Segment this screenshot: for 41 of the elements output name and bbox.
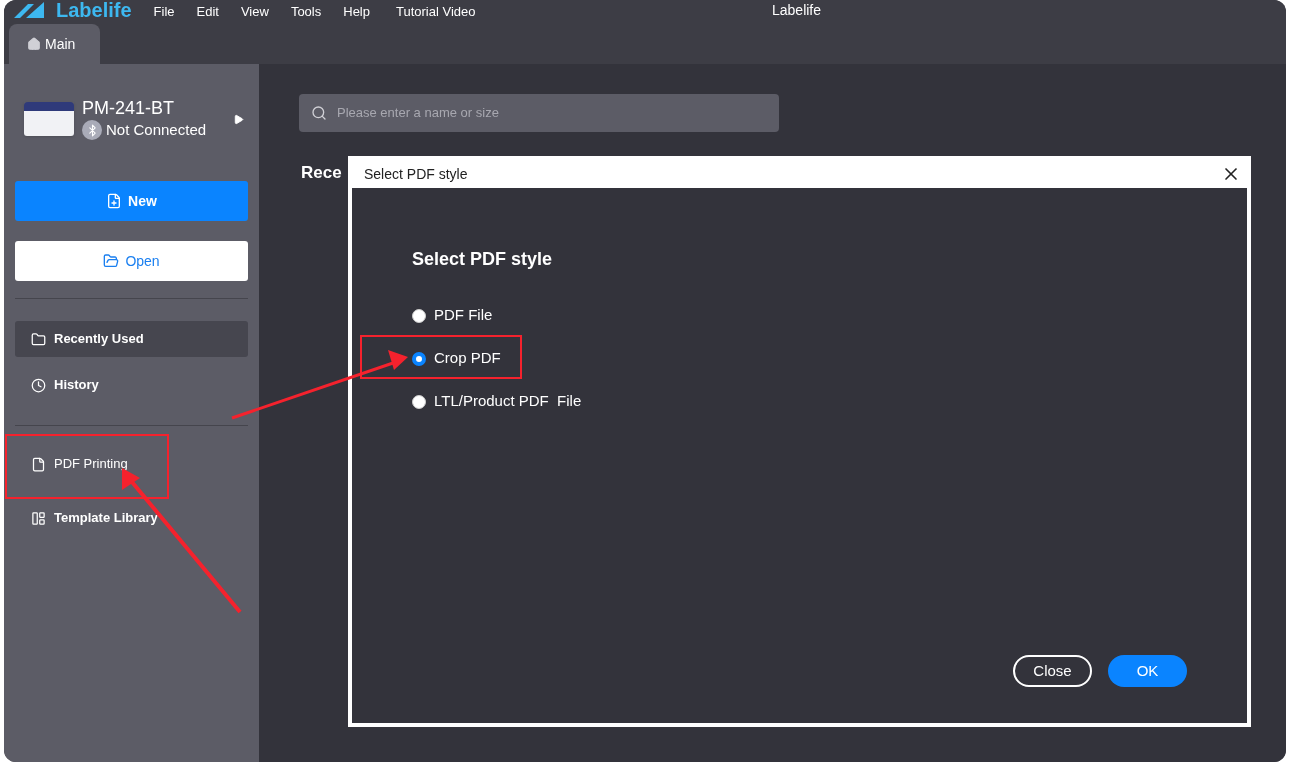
folder-icon <box>31 331 46 347</box>
window-title: Labelife <box>772 2 822 18</box>
radio-button[interactable] <box>412 351 426 366</box>
search-input[interactable]: Please enter a name or size <box>337 103 767 123</box>
radio-button[interactable] <box>412 308 426 323</box>
radio-label[interactable]: PDF File <box>434 304 493 327</box>
bluetooth-icon <box>82 120 102 140</box>
app-logo: Labelife <box>56 0 132 20</box>
home-icon <box>27 37 41 51</box>
dialog-title: Select PDF style <box>364 164 468 184</box>
search-icon <box>311 105 327 121</box>
section-title: Rece <box>301 162 342 184</box>
open-button[interactable]: Open <box>15 241 248 281</box>
menu-item[interactable]: Edit <box>196 4 219 20</box>
dialog-heading: Select PDF style <box>412 248 554 271</box>
tab[interactable]: Main <box>9 24 100 64</box>
connection-status: Not Connected <box>106 119 207 140</box>
expand-icon[interactable] <box>233 113 244 125</box>
ok-button[interactable]: OK <box>1108 655 1187 687</box>
clock-icon <box>31 377 46 393</box>
file-icon <box>31 456 46 472</box>
search-field[interactable]: Please enter a name or size <box>299 94 779 132</box>
menu-item[interactable]: Help <box>343 4 370 20</box>
file-plus-icon <box>106 193 123 209</box>
radio-label[interactable]: LTL/Product PDF File <box>434 390 582 413</box>
printer-icon <box>24 102 74 136</box>
nav-item[interactable]: Recently Used <box>15 321 248 357</box>
menu-item[interactable]: Tools <box>290 4 322 20</box>
nav-item[interactable]: PDF Printing <box>15 442 248 486</box>
nav-item[interactable]: Template Library <box>15 496 248 540</box>
layout-icon <box>31 510 46 526</box>
menu-item[interactable]: File <box>153 4 175 20</box>
menu-item[interactable]: View <box>240 4 269 20</box>
folder-icon <box>103 253 120 269</box>
menu-item[interactable]: Tutorial Video <box>396 4 476 20</box>
radio-label[interactable]: Crop PDF <box>434 347 501 370</box>
close-button[interactable]: Close <box>1013 655 1092 687</box>
radio-button[interactable] <box>412 394 426 409</box>
nav-item[interactable]: History <box>15 367 248 403</box>
device-name: PM-241-BT <box>82 96 176 119</box>
new-button[interactable]: New <box>15 181 248 221</box>
